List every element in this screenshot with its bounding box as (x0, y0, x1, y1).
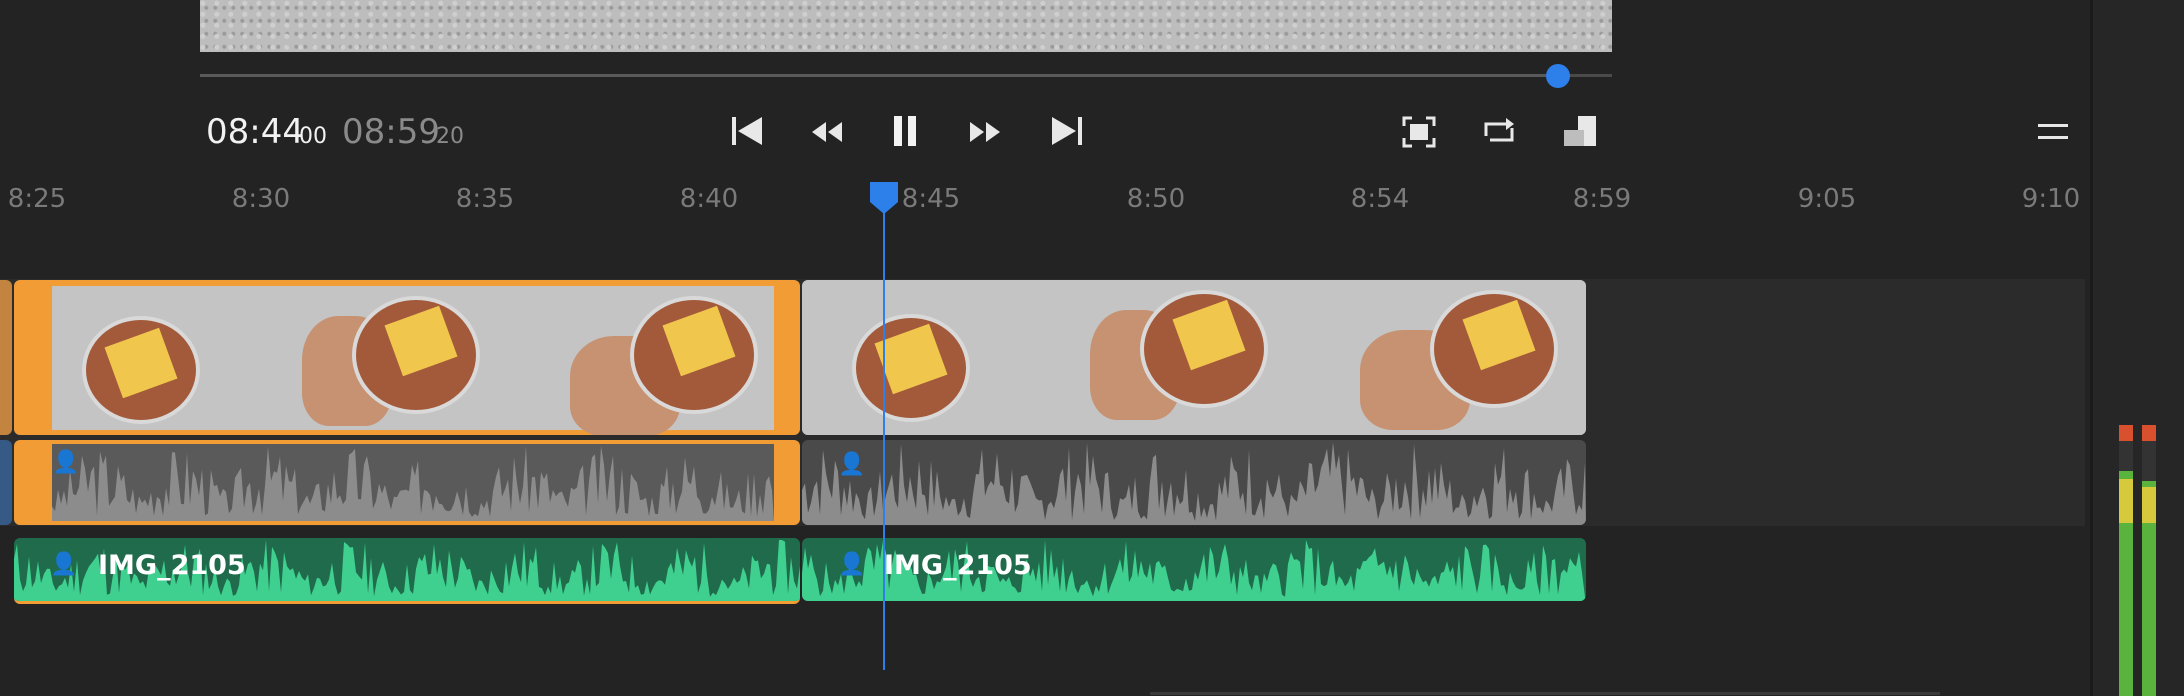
audio-meter-panel (2093, 0, 2184, 696)
voice-icon: 👤 (838, 452, 866, 477)
video-preview (200, 0, 1612, 52)
horizontal-scrollbar[interactable] (1150, 692, 1940, 695)
ruler-tick: 9:10 (2021, 184, 2081, 214)
skip-to-start-icon[interactable] (730, 114, 764, 148)
audio-meter-right (2142, 425, 2156, 696)
loop-icon[interactable] (1482, 116, 1516, 146)
audio-waveform (52, 446, 774, 521)
voice-icon: 👤 (52, 450, 80, 475)
clip-thumbnail (52, 286, 292, 430)
music-clip-selected[interactable]: 👤 IMG_2105 (14, 538, 800, 604)
previous-clip-edge[interactable] (0, 280, 12, 435)
music-clip[interactable]: 👤 IMG_2105 (802, 538, 1586, 601)
audio-clip[interactable]: 👤 (802, 440, 1586, 525)
scrubber-progress (200, 74, 1558, 77)
previous-audio-clip-edge[interactable] (0, 440, 12, 525)
clip-thumbnail (1360, 280, 1586, 435)
skip-to-end-icon[interactable] (1050, 114, 1084, 148)
clip-thumbnail (1080, 280, 1360, 435)
voice-icon: 👤 (838, 552, 866, 577)
scrubber-handle[interactable] (1546, 64, 1570, 88)
fast-forward-icon[interactable] (968, 120, 1002, 144)
clip-thumbnail (292, 286, 570, 430)
audio-clip-selected[interactable]: 👤 (14, 440, 800, 525)
clip-name: IMG_2105 (884, 550, 1032, 581)
total-timecode: 08:59 (342, 112, 440, 152)
clip-name: IMG_2105 (98, 550, 246, 581)
rewind-icon[interactable] (810, 120, 844, 144)
pause-icon[interactable] (890, 114, 920, 148)
ruler-tick: 8:50 (1126, 184, 1186, 214)
audio-meter-left (2119, 425, 2133, 696)
ruler-tick: 8:45 (901, 184, 961, 214)
display-size-icon[interactable] (1562, 114, 1598, 148)
ruler-tick: 8:59 (1572, 184, 1632, 214)
ruler-tick: 9:05 (1797, 184, 1857, 214)
clip-thumbnail (570, 286, 774, 435)
ruler-tick: 8:35 (455, 184, 515, 214)
ruler-tick: 8:30 (231, 184, 291, 214)
audio-waveform-box (52, 444, 774, 521)
video-clip-selected[interactable] (14, 280, 800, 435)
ruler-tick: 8:40 (679, 184, 739, 214)
video-clip[interactable] (802, 280, 1586, 435)
fullscreen-icon[interactable] (1402, 116, 1436, 148)
audio-waveform (802, 442, 1586, 525)
playhead-handle[interactable] (868, 180, 900, 216)
total-timecode-frames: 20 (436, 124, 464, 149)
clip-thumbnail (802, 280, 1080, 435)
voice-icon: 👤 (50, 552, 78, 577)
menu-icon[interactable] (2038, 122, 2068, 142)
current-timecode-frames: 00 (299, 124, 327, 149)
ruler-tick: 8:54 (1350, 184, 1410, 214)
playhead-line[interactable] (883, 200, 885, 670)
ruler-tick: 8:25 (7, 184, 67, 214)
current-timecode: 08:44 (206, 112, 304, 152)
